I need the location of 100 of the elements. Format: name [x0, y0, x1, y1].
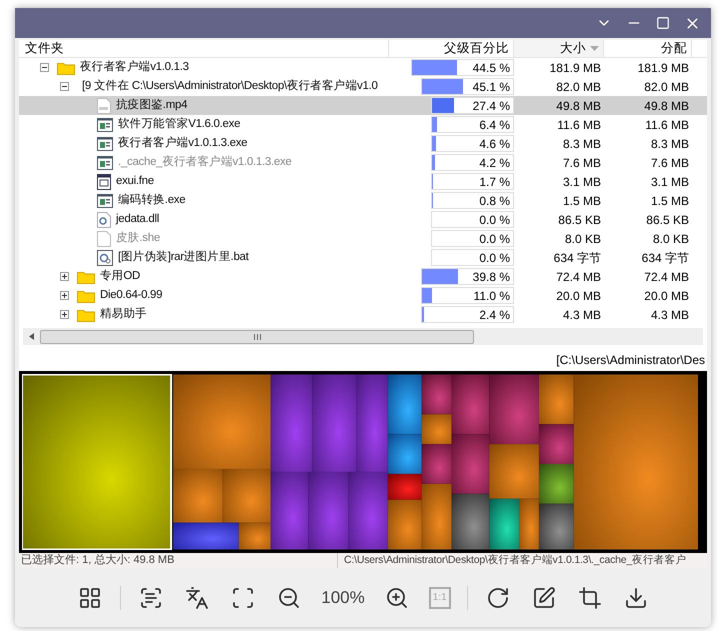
- allocated-cell-text: 86.5 KB: [645, 212, 690, 228]
- tree-row[interactable]: ._cache_夜行者客户端v1.0.1.3.exe 4.2 % 7.6 MB 7.6 MB: [19, 153, 707, 172]
- tree-row[interactable]: 夜行者客户端v1.0.1.3 44.5 % 181.9 MB 181.9 MB: [19, 58, 707, 77]
- text-scan-icon: [139, 586, 164, 610]
- treemap-drawing[interactable]: [19, 371, 707, 553]
- tree-row[interactable]: Die0.64-0.99 11.0 % 20.0 MB 20.0 MB: [19, 286, 707, 305]
- zoom-out-icon: [277, 586, 302, 610]
- percent-text: 1.7 %: [479, 174, 510, 190]
- allocated-cell-text: 20.0 MB: [643, 288, 690, 304]
- expand-icon[interactable]: [60, 272, 69, 281]
- tree-row[interactable]: 专用OD 39.8 % 72.4 MB 72.4 MB: [19, 267, 707, 286]
- tree-row[interactable]: 编码转换.exe 0.8 % 1.5 MB 1.5 MB: [19, 191, 707, 210]
- collapse-icon[interactable]: [40, 63, 49, 72]
- allocated-cell-text: 634 字节: [640, 250, 690, 266]
- allocated-cell-text: 8.3 MB: [650, 136, 690, 152]
- file-name: Die0.64-0.99: [100, 288, 162, 303]
- path-label: [C:\Users\Administrator\Des: [556, 352, 705, 369]
- percent-text: 45.1 %: [472, 78, 510, 96]
- maximize-icon[interactable]: [656, 16, 670, 30]
- module-file-icon: [97, 174, 111, 190]
- edit-icon: [532, 586, 556, 610]
- percent-text: 0.0 %: [479, 250, 510, 266]
- collapse-icon[interactable]: [60, 82, 69, 91]
- file-name: 软件万能管家V1.6.0.exe: [118, 116, 240, 132]
- percent-text: 44.5 %: [472, 60, 510, 76]
- size-cell-text: 1.5 MB: [562, 192, 602, 210]
- folder-icon: [77, 288, 95, 302]
- scroll-left-icon[interactable]: [29, 333, 34, 340]
- file-name: 专用OD: [100, 268, 140, 284]
- file-name: 编码转换.exe: [118, 192, 186, 208]
- tree-row[interactable]: 软件万能管家V1.6.0.exe 6.4 % 11.6 MB 11.6 MB: [19, 115, 707, 134]
- tree-row[interactable]: [9 文件在 C:\Users\Administrator\Desktop\夜行者客户端v1.0 45.1 % 82.0 MB 82.0 MB: [19, 77, 707, 96]
- percent-text: 27.4 %: [472, 98, 510, 114]
- file-name: jedata.dll: [116, 212, 160, 227]
- tree-row[interactable]: 精易助手 2.4 % 4.3 MB 4.3 MB: [19, 305, 707, 324]
- size-cell-text: 86.5 KB: [557, 212, 602, 228]
- tree-row[interactable]: jedata.dll 0.0 % 86.5 KB 86.5 KB: [19, 210, 707, 229]
- allocated-cell-text: 49.8 MB: [643, 98, 690, 114]
- file-name: [9 文件在 C:\Users\Administrator\Desktop\夜行者客户端v1.0: [82, 78, 378, 94]
- allocated-cell-text: 1.5 MB: [650, 192, 690, 210]
- size-cell-text: 82.0 MB: [555, 78, 602, 96]
- fullscreen-icon: [231, 586, 256, 610]
- tree-row[interactable]: 抗疫图鉴.mp4 27.4 % 49.8 MB 49.8 MB: [19, 96, 707, 115]
- file-name: [图片伪装]rar进图片里.bat: [118, 250, 249, 265]
- program-file-icon: [97, 136, 113, 150]
- file-name: 皮肤.she: [116, 230, 160, 246]
- percent-text: 6.4 %: [479, 116, 510, 134]
- horizontal-scrollbar[interactable]: [23, 328, 703, 345]
- size-cell-text: 7.6 MB: [562, 154, 602, 172]
- allocated-cell-text: 72.4 MB: [643, 268, 690, 286]
- grip-icon: [254, 334, 260, 340]
- status-text: 已选择文件: 1, 总大小: 49.8 MB: [20, 552, 176, 568]
- column-header[interactable]: 文件夹: [19, 40, 389, 57]
- allocated-cell-text: 181.9 MB: [636, 60, 690, 76]
- expand-icon[interactable]: [60, 310, 69, 319]
- percent-text: 11.0 %: [474, 288, 510, 304]
- expand-icon[interactable]: [60, 291, 69, 300]
- allocated-cell-text: 11.6 MB: [644, 116, 690, 134]
- program-file-icon: [97, 194, 113, 208]
- file-name: 抗疫图鉴.mp4: [116, 98, 188, 113]
- size-cell-text: 181.9 MB: [548, 60, 602, 76]
- blank-file-icon: [97, 230, 111, 246]
- percent-text: 4.6 %: [479, 136, 510, 152]
- tree-row[interactable]: [图片伪装]rar进图片里.bat 0.0 % 634 字节 634 字节: [19, 248, 707, 267]
- program-file-icon: [97, 118, 113, 132]
- tree-row[interactable]: 皮肤.she 0.0 % 8.0 KB 8.0 KB: [19, 229, 707, 248]
- sort-down-icon: [590, 46, 599, 51]
- size-cell-text: 634 字节: [552, 250, 602, 266]
- file-name: 夜行者客户端v1.0.1.3.exe: [118, 135, 248, 151]
- zoom-level: 100%: [320, 586, 366, 609]
- column-header[interactable]: 大小: [514, 40, 604, 57]
- folder-icon: [57, 60, 75, 74]
- tree-row[interactable]: 夜行者客户端v1.0.1.3.exe 4.6 % 8.3 MB 8.3 MB: [19, 134, 707, 153]
- percent-text: 0.8 %: [479, 192, 510, 210]
- rotate-icon: [486, 586, 510, 610]
- size-cell-text: 49.8 MB: [555, 98, 602, 114]
- file-name: ._cache_夜行者客户端v1.0.1.3.exe: [118, 154, 292, 170]
- size-cell-text: 8.3 MB: [562, 136, 602, 152]
- percent-text: 4.2 %: [479, 154, 510, 172]
- percent-text: 0.0 %: [479, 230, 510, 248]
- percent-text: 0.0 %: [479, 212, 510, 228]
- allocated-cell-text: 3.1 MB: [650, 174, 690, 190]
- size-cell-text: 3.1 MB: [562, 174, 602, 190]
- download-icon: [624, 586, 648, 610]
- size-cell-text: 72.4 MB: [555, 268, 602, 286]
- size-cell-text: 11.6 MB: [556, 116, 602, 134]
- percent-text: 39.8 %: [472, 268, 510, 286]
- tree-row[interactable]: exui.fne 1.7 % 3.1 MB 3.1 MB: [19, 172, 707, 191]
- translate-icon: [185, 586, 210, 610]
- program-file-icon: [97, 156, 113, 170]
- folder-icon: [77, 308, 95, 322]
- percent-text: 2.4 %: [479, 306, 510, 324]
- layout-icon: [78, 586, 102, 610]
- file-name: 夜行者客户端v1.0.1.3: [80, 59, 189, 75]
- folder-icon: [77, 270, 95, 284]
- allocated-cell-text: 82.0 MB: [643, 78, 690, 96]
- column-header[interactable]: 分配: [604, 40, 692, 57]
- file-name: 精易助手: [100, 306, 147, 322]
- zoom-in-icon: [384, 586, 409, 610]
- allocated-cell-text: 4.3 MB: [650, 306, 690, 324]
